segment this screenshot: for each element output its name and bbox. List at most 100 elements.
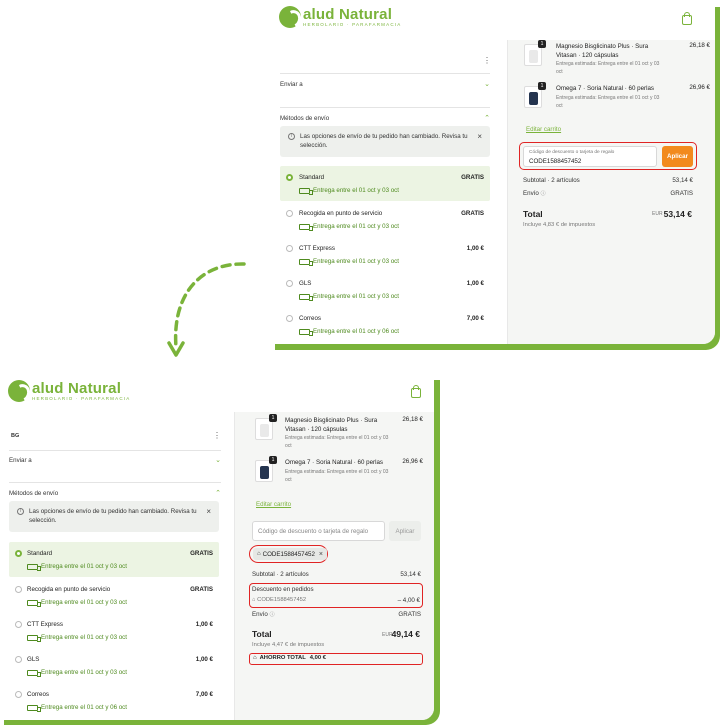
option-price: 7,00 € [195,691,213,698]
truck-icon [27,669,41,677]
order-summary: 1 Magnesio Bisglicinato Plus · Sura Vita… [507,40,715,344]
shipping-methods-label: Métodos de envío [9,489,59,497]
country-code: BG [11,433,20,439]
shipping-methods-row[interactable]: Métodos de envío ⌃ [280,114,490,123]
option-eta: Entrega entre el 01 oct y 03 oct [27,563,127,571]
shipping-value: GRATIS [670,190,693,197]
shipping-label: Envío [523,190,539,197]
cart-item: 1 Magnesio Bisglicinato Plus · Sura Vita… [255,414,423,454]
more-icon[interactable]: ⋮ [213,431,221,440]
discount-code-label: Código de descuento o tarjeta de regalo [529,150,615,155]
transition-arrow [167,262,246,357]
discount-code-input[interactable]: Código de descuento o tarjeta de regalo [252,521,385,541]
product-eta: Entrega estimada: Entrega entre el 01 oc… [556,95,660,109]
shipping-option-standard[interactable]: Standard GRATIS Entrega entre el 01 oct … [9,542,219,577]
radio[interactable] [286,210,293,217]
truck-icon [299,223,313,231]
option-name: CTT Express [299,245,335,252]
shipping-change-notice: i Las opciones de envío de tu pedido han… [9,501,219,532]
edit-cart-link[interactable]: Editar carrito [256,501,291,508]
brand-tagline: HERBOLARIO · PARAFARMACIA [303,21,402,27]
option-eta: Entrega entre el 01 oct y 03 oct [27,599,127,607]
help-icon[interactable]: ⓘ [541,191,546,197]
truck-icon [299,328,313,336]
discount-label: Descuento en pedidos [252,586,314,593]
shipping-methods-row[interactable]: Métodos de envío ⌃ [9,489,221,498]
apply-button[interactable]: Aplicar [389,521,421,541]
product-eta: Entrega estimada: Entrega entre el 01 oc… [285,435,389,449]
shipping-option-gls[interactable]: GLS 1,00 € Entrega entre el 01 oct y 03 … [9,648,219,683]
close-icon[interactable]: × [206,507,211,516]
apply-button[interactable]: Aplicar [662,146,693,167]
chevron-down-icon: ⌄ [484,81,490,88]
shipping-option-correos[interactable]: Correos 7,00 € Entrega entre el 01 oct y… [9,683,219,718]
option-name: GLS [299,280,312,287]
radio[interactable] [286,280,293,287]
shopping-bag-icon[interactable] [411,385,421,398]
total-label: Total [523,209,543,219]
option-eta: Entrega entre el 01 oct y 03 oct [27,634,127,642]
checkout-after: alud Natural HERBOLARIO · PARAFARMACIA B… [0,376,434,720]
quantity-badge: 1 [538,82,546,90]
brand-logo[interactable]: alud Natural HERBOLARIO · PARAFARMACIA [279,6,401,28]
edit-cart-link[interactable]: Editar carrito [526,126,561,133]
shipping-option-pickup[interactable]: Recogida en punto de servicio GRATIS Ent… [9,578,219,613]
option-price: 1,00 € [466,280,484,287]
info-icon: i [288,133,295,140]
option-name: Standard [27,550,53,557]
shipping-option-ctt[interactable]: CTT Express 1,00 € Entrega entre el 01 o… [9,613,219,648]
discount-code-placeholder: Código de descuento o tarjeta de regalo [258,528,369,535]
more-icon[interactable]: ⋮ [483,56,491,65]
radio[interactable] [286,315,293,322]
discount-code-input[interactable]: Código de descuento o tarjeta de regalo … [523,146,657,167]
shipping-option-pickup[interactable]: Recogida en punto de servicio GRATIS Ent… [280,202,490,237]
total-savings: ⌂ AHORRO TOTAL 4,00 € [253,655,326,661]
radio[interactable] [15,691,22,698]
help-icon[interactable]: ⓘ [270,612,275,618]
shopping-bag-icon[interactable] [682,12,692,25]
divider [9,482,221,483]
option-price: 7,00 € [466,315,484,322]
divider [280,73,490,74]
savings-label: AHORRO TOTAL [259,655,306,661]
truck-icon [27,634,41,642]
close-icon[interactable]: × [477,132,482,141]
truck-icon [299,258,313,266]
radio[interactable] [15,586,22,593]
truck-icon [299,187,313,195]
tag-icon: ⌂ [252,597,256,603]
shipping-option-gls[interactable]: GLS 1,00 € Entrega entre el 01 oct y 03 … [280,272,490,307]
radio[interactable] [286,245,293,252]
option-eta: Entrega entre el 01 oct y 03 oct [299,187,399,195]
quantity-badge: 1 [269,456,277,464]
product-title: Omega 7 · Soria Natural · 60 perlas [285,459,384,466]
ship-to-row[interactable]: Enviar a ⌄ [9,456,221,465]
truck-icon [299,293,313,301]
brand-tagline: HERBOLARIO · PARAFARMACIA [32,395,131,401]
ship-to-row[interactable]: Enviar a ⌄ [280,80,490,89]
subtotal-value: 53,14 € [672,177,693,184]
product-title: Omega 7 · Soria Natural · 60 perlas [556,85,655,92]
option-eta: Entrega entre el 01 oct y 03 oct [299,293,399,301]
option-name: Standard [299,174,325,181]
radio[interactable] [15,621,22,628]
option-price: 1,00 € [466,245,484,252]
quantity-badge: 1 [538,40,546,48]
ship-to-label: Enviar a [280,80,303,88]
total-label: Total [252,629,272,639]
shipping-option-correos[interactable]: Correos 7,00 € Entrega entre el 01 oct y… [280,307,490,342]
tag-icon: ⌂ [257,551,261,557]
shipping-option-ctt[interactable]: CTT Express 1,00 € Entrega entre el 01 o… [280,237,490,272]
radio-selected[interactable] [15,550,22,557]
notice-text: Las opciones de envío de tu pedido han c… [29,508,197,524]
radio[interactable] [15,656,22,663]
logo-s-icon [8,380,30,402]
option-price: 1,00 € [195,621,213,628]
logo-s-icon [279,6,301,28]
remove-code-icon[interactable]: × [319,551,323,558]
shipping-option-standard[interactable]: Standard GRATIS Entrega entre el 01 oct … [280,166,490,201]
brand-logo[interactable]: alud Natural HERBOLARIO · PARAFARMACIA [8,380,130,402]
discount-value: – 4,00 € [397,597,420,604]
radio-selected[interactable] [286,174,293,181]
option-price: 1,00 € [195,656,213,663]
